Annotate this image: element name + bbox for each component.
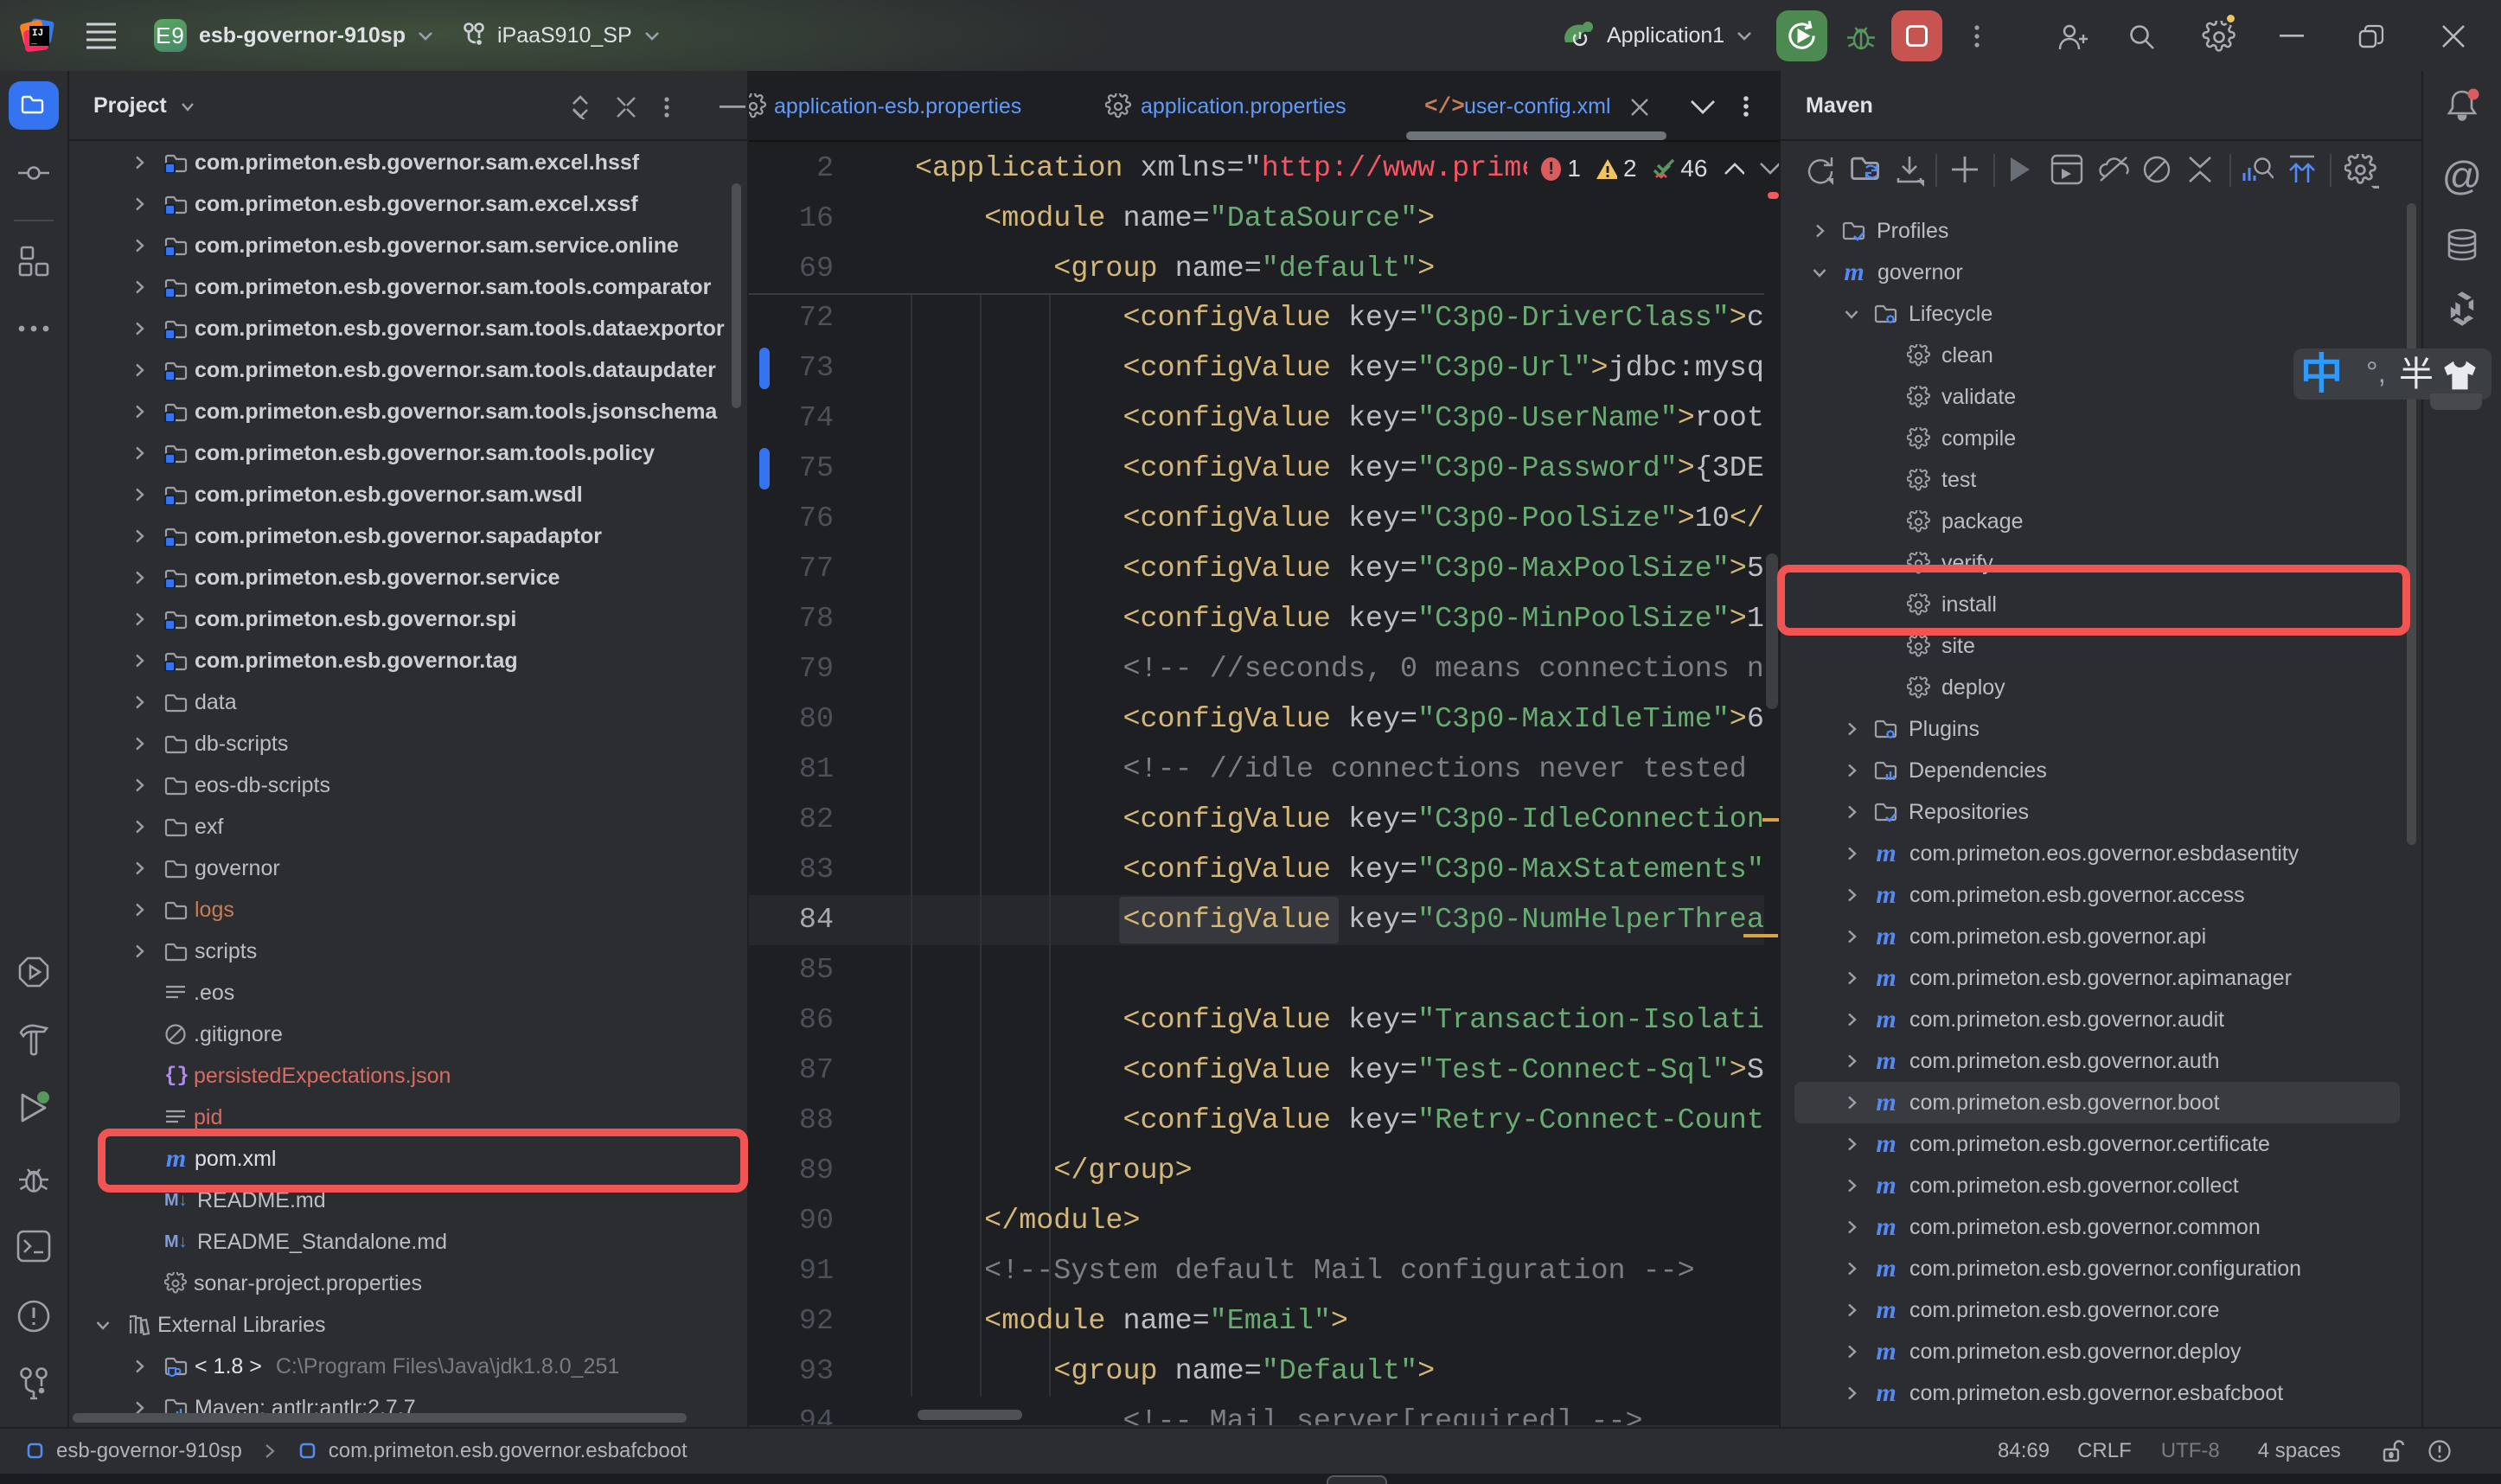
svg-text:_: _ xyxy=(30,36,37,47)
